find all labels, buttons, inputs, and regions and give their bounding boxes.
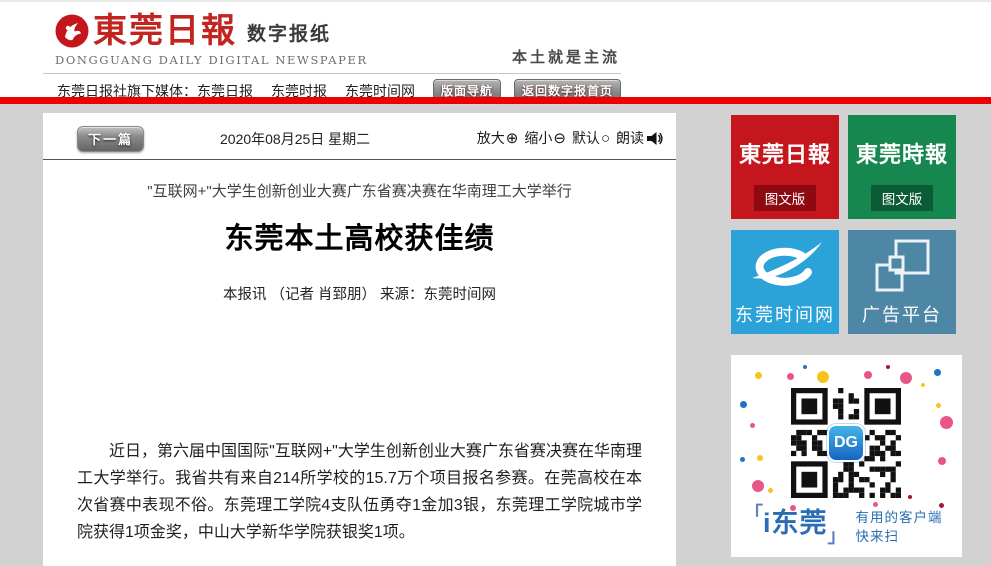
next-article-button[interactable]: 下一篇	[77, 126, 144, 152]
tile-label: 广告平台	[848, 301, 956, 327]
page: 東莞日報 数字报纸 DONGGUANG DAILY DIGITAL NEWSPA…	[0, 0, 991, 566]
tile-title: 東莞日報	[731, 137, 839, 169]
publish-date: 2020年08月25日 星期二	[220, 129, 370, 149]
bracket-open: 「	[744, 505, 763, 524]
tile-dongguan-daily-epaper[interactable]: 東莞日報 图文版	[731, 115, 839, 219]
brand-name: 東莞日報	[93, 14, 237, 48]
read-aloud-control[interactable]: 朗读	[616, 128, 663, 148]
zoom-out-control[interactable]: 缩小⊖	[524, 128, 566, 148]
site-tagline: 本土就是主流	[512, 46, 620, 67]
qr-caption-lines: 有用的客户端 快来扫	[856, 505, 943, 546]
bracket-close: 」	[828, 527, 847, 546]
masthead-logo[interactable]: 東莞日報 数字报纸 DONGGUANG DAILY DIGITAL NEWSPA…	[55, 14, 368, 67]
tile-dongguan-times-epaper[interactable]: 東莞時報 图文版	[848, 115, 956, 219]
article-body: 近日，第六届中国国际"互联网+"大学生创新创业大赛广东省赛决赛在华南理工大学举行…	[77, 438, 642, 546]
dongguan-daily-emblem-icon	[55, 14, 89, 48]
qr-caption: 「 i东莞 」 有用的客户端 快来扫	[744, 505, 943, 546]
brand-suffix: 数字报纸	[247, 19, 331, 48]
tile-title: 東莞時報	[848, 137, 956, 169]
default-size-icon: ○	[601, 130, 610, 147]
app-name: i东莞	[763, 505, 828, 546]
red-divider-bar	[0, 97, 991, 104]
swoosh-logo-icon	[746, 238, 824, 294]
tile-timedg-site[interactable]: 东莞时间网	[731, 230, 839, 334]
tile-ad-platform[interactable]: 广告平台	[848, 230, 956, 334]
zoom-in-control[interactable]: 放大⊕	[477, 128, 519, 148]
article-toolbar: 下一篇 2020年08月25日 星期二 放大⊕ 缩小⊖ 默认○ 朗读	[43, 113, 676, 160]
tile-label: 东莞时间网	[731, 301, 839, 327]
header-divider	[43, 73, 621, 74]
qr-caption-line2: 快来扫	[856, 529, 900, 544]
zoom-in-icon: ⊕	[506, 129, 519, 147]
dg-app-logo: DG	[827, 424, 865, 462]
tile-badge: 图文版	[871, 185, 934, 211]
site-header: 東莞日報 数字报纸 DONGGUANG DAILY DIGITAL NEWSPA…	[0, 0, 991, 97]
app-qr-card: DG 「 i东莞 」 有用的客户端 快来扫	[731, 355, 962, 557]
article-title: 东莞本土高校获佳绩	[43, 215, 676, 257]
default-size-control[interactable]: 默认○	[572, 128, 610, 148]
speaker-icon	[646, 131, 663, 146]
article-kicker: "互联网+"大学生创新创业大赛广东省赛决赛在华南理工大学举行	[43, 180, 676, 201]
overlap-squares-icon	[873, 238, 931, 294]
qr-caption-line1: 有用的客户端	[856, 510, 943, 525]
zoom-out-icon: ⊖	[553, 129, 566, 147]
article-byline: 本报讯 （记者 肖郅朋） 来源：东莞时间网	[43, 283, 676, 304]
tile-badge: 图文版	[754, 185, 817, 211]
brand-subtitle-en: DONGGUANG DAILY DIGITAL NEWSPAPER	[55, 53, 368, 67]
reader-controls: 放大⊕ 缩小⊖ 默认○ 朗读	[477, 128, 663, 148]
article-panel: 下一篇 2020年08月25日 星期二 放大⊕ 缩小⊖ 默认○ 朗读 "互联网+…	[43, 113, 676, 566]
